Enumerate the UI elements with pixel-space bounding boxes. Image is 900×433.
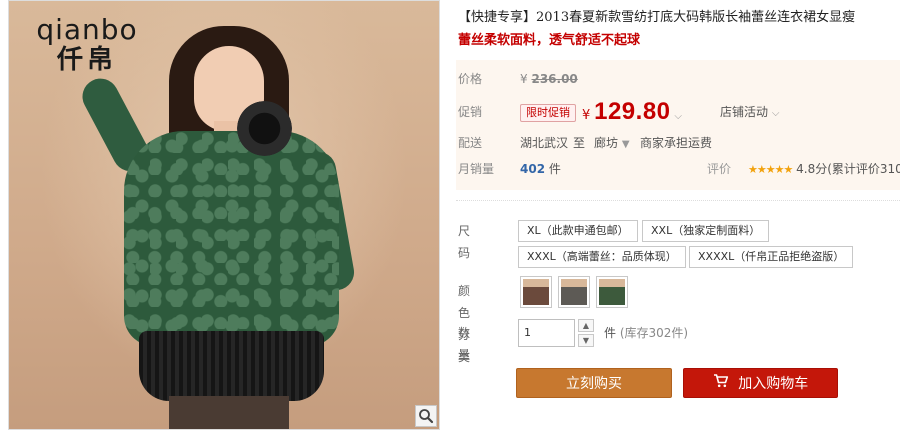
qty-increase-button[interactable]: ▲ (578, 319, 594, 332)
promo-price-value: 129.80 (594, 98, 671, 125)
promo-price: ¥ 129.80 ⌵ (582, 97, 682, 132)
qty-unit: 件 (604, 326, 617, 340)
size-label: 尺码 (458, 224, 471, 260)
promo-label: 促销 (458, 105, 483, 119)
sales-value: 402 (520, 162, 546, 176)
brand-logo-latin: qianbo (36, 13, 138, 46)
size-option-xxxl[interactable]: XXXL（高端蕾丝：品质体现） (518, 246, 686, 268)
size-option-xl[interactable]: XL（此款申通包邮） (518, 220, 638, 242)
chevron-down-icon: ▼ (582, 336, 590, 345)
promo-currency: ¥ (582, 108, 591, 123)
color-swatch-gray[interactable] (558, 276, 590, 308)
color-swatch-green-image (599, 279, 625, 305)
flower-corsage (237, 101, 292, 156)
monthly-sales: 402 件 (520, 158, 561, 180)
ship-to-selector[interactable]: 廊坊 ▼ (594, 132, 630, 156)
rating-text: 4.8分(累计评价310 (796, 162, 900, 176)
original-price: ¥ 236.00 (520, 68, 578, 90)
stock-text: (库存302件) (619, 326, 689, 340)
product-main-image[interactable]: qianbo 仟帛 (8, 0, 440, 430)
shopping-cart-icon (713, 369, 729, 399)
green-lace-dress-top (124, 131, 339, 346)
color-swatch-gray-image (561, 279, 587, 305)
ship-to-word: 至 (573, 136, 586, 150)
product-info-panel: 【快捷专享】2013春夏新款雪纺打底大码韩版长袖蕾丝连衣裙女显瘦 蕾丝柔软面料，… (456, 0, 900, 433)
store-activity-label: 店铺活动 (720, 105, 769, 119)
buy-now-button[interactable]: 立刻购买 (516, 368, 672, 398)
color-swatch-brown[interactable] (520, 276, 552, 308)
promo-badge: 限时促销 (520, 104, 576, 122)
price-dropdown-icon[interactable]: ⌵ (674, 111, 682, 122)
original-price-value: 236.00 (531, 72, 578, 86)
quantity-input[interactable]: 1 (518, 319, 575, 347)
rating-stars-icon: ★★★★★ (748, 163, 793, 176)
brand-logo-chinese: 仟帛 (56, 45, 117, 75)
caret-down-icon: ▼ (621, 139, 630, 150)
price-label: 价格 (458, 72, 483, 86)
magnifier-icon (416, 406, 436, 426)
ship-to-city: 廊坊 (594, 136, 619, 150)
size-option-xxl[interactable]: XXL（独家定制面料） (642, 220, 770, 242)
buy-now-label: 立刻购买 (566, 376, 622, 392)
ship-from: 湖北武汉 (520, 136, 569, 150)
sales-label: 月销量 (458, 162, 495, 176)
product-subtitle: 蕾丝柔软面料，透气舒适不起球 (458, 33, 641, 48)
brand-logo: qianbo 仟帛 (27, 13, 147, 76)
color-swatch-brown-image (523, 279, 549, 305)
sales-row: 月销量 402 件 评价 ★★★★★ 4.8分(累计评价310 (458, 158, 900, 180)
store-activity-dropdown[interactable]: 店铺活动 ⌵ (720, 97, 779, 129)
promo-row: 促销 限时促销 ¥ 129.80 ⌵ 店铺活动 ⌵ (458, 97, 898, 127)
ship-service: 商家承担运费 (640, 136, 713, 150)
chevron-up-icon: ▲ (582, 321, 590, 330)
sales-unit: 件 (548, 162, 561, 176)
rating-summary[interactable]: ★★★★★ 4.8分(累计评价310 (748, 158, 900, 181)
black-pleated-skirt (139, 331, 324, 401)
stock-info: 件 (库存302件) (604, 322, 688, 344)
rating-label: 评价 (707, 162, 732, 176)
currency-symbol: ¥ (520, 72, 528, 86)
shipping-label: 配送 (458, 136, 483, 150)
qty-decrease-button[interactable]: ▼ (578, 334, 594, 347)
shipping-row: 配送 湖北武汉 至 廊坊 ▼ 商家承担运费 (458, 132, 898, 154)
add-to-cart-button[interactable]: 加入购物车 (683, 368, 838, 398)
qty-label: 数量 (458, 326, 471, 362)
color-swatch-green[interactable] (596, 276, 628, 308)
zoom-button[interactable] (415, 405, 437, 427)
price-row: 价格 ¥ 236.00 (458, 68, 898, 90)
model-legs (169, 396, 289, 429)
add-to-cart-label: 加入购物车 (738, 376, 809, 392)
chevron-down-icon: ⌵ (771, 108, 780, 119)
product-title: 【快捷专享】2013春夏新款雪纺打底大码韩版长袖蕾丝连衣裙女显瘦 (458, 10, 856, 25)
section-divider (456, 200, 900, 201)
size-option-xxxxl[interactable]: XXXXL（仟帛正品拒绝盗版） (689, 246, 854, 268)
